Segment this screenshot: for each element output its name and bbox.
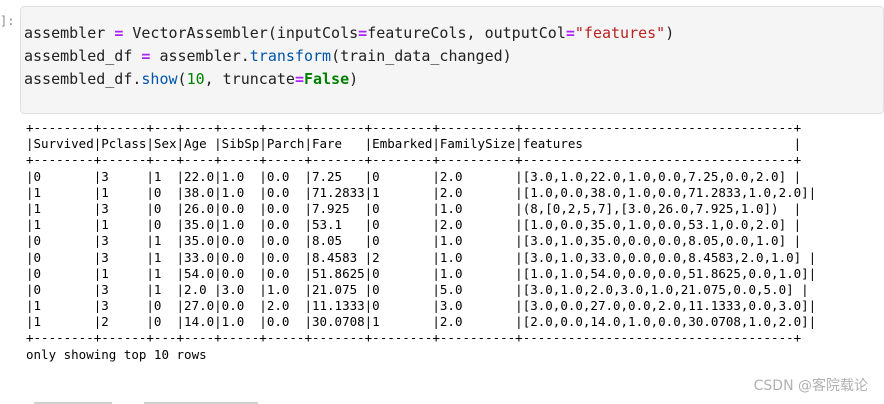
code-line-2: assembled_df = assembler.transform(train… — [24, 47, 512, 65]
code-editor[interactable]: assembler = VectorAssembler(inputCols=fe… — [24, 22, 674, 91]
code-line-1: assembler = VectorAssembler(inputCols=fe… — [24, 24, 675, 42]
cell-prompt: ]: — [0, 14, 15, 28]
output-table-row: |0 |3 |1 |22.0|1.0 |0.0 |7.25 |0 |2.0 |[… — [26, 168, 802, 184]
output-table-row: |0 |3 |1 |35.0|0.0 |0.0 |8.05 |0 |1.0 |[… — [26, 233, 802, 249]
output-table-row: |1 |3 |0 |27.0|0.0 |2.0 |11.1333|0 |3.0 … — [26, 298, 817, 314]
output-border-line: +--------+------+---+----+-----+-----+--… — [26, 330, 802, 346]
output-table-row: |1 |3 |0 |26.0|0.0 |0.0 |7.925 |0 |1.0 |… — [26, 200, 802, 216]
output-header-row: |Survived|Pclass|Sex|Age |SibSp|Parch|Fa… — [26, 136, 802, 152]
cell-output: +--------+------+---+----+-----+-----+--… — [26, 120, 816, 363]
code-line-3: assembled_df.show(10, truncate=False) — [24, 70, 359, 88]
output-table-row: |0 |3 |1 |33.0|0.0 |0.0 |8.4583 |2 |1.0 … — [26, 249, 817, 265]
output-table-row: |0 |1 |1 |54.0|0.0 |0.0 |51.8625|0 |1.0 … — [26, 265, 817, 281]
output-table-row: |1 |1 |0 |38.0|1.0 |0.0 |71.2833|1 |2.0 … — [26, 184, 817, 200]
watermark: CSDN @客院载论 — [753, 378, 868, 394]
output-border-line: +--------+------+---+----+-----+-----+--… — [26, 120, 802, 135]
output-footer-note: only showing top 10 rows — [26, 346, 207, 362]
output-table-row: |0 |3 |1 |2.0 |3.0 |1.0 |21.075 |0 |5.0 … — [26, 281, 809, 297]
output-table-row: |1 |1 |0 |35.0|1.0 |0.0 |53.1 |0 |2.0 |[… — [26, 217, 802, 233]
output-table-row: |1 |2 |0 |14.0|1.0 |0.0 |30.0708|1 |2.0 … — [26, 314, 817, 330]
output-border-line: +--------+------+---+----+-----+-----+--… — [26, 152, 802, 168]
